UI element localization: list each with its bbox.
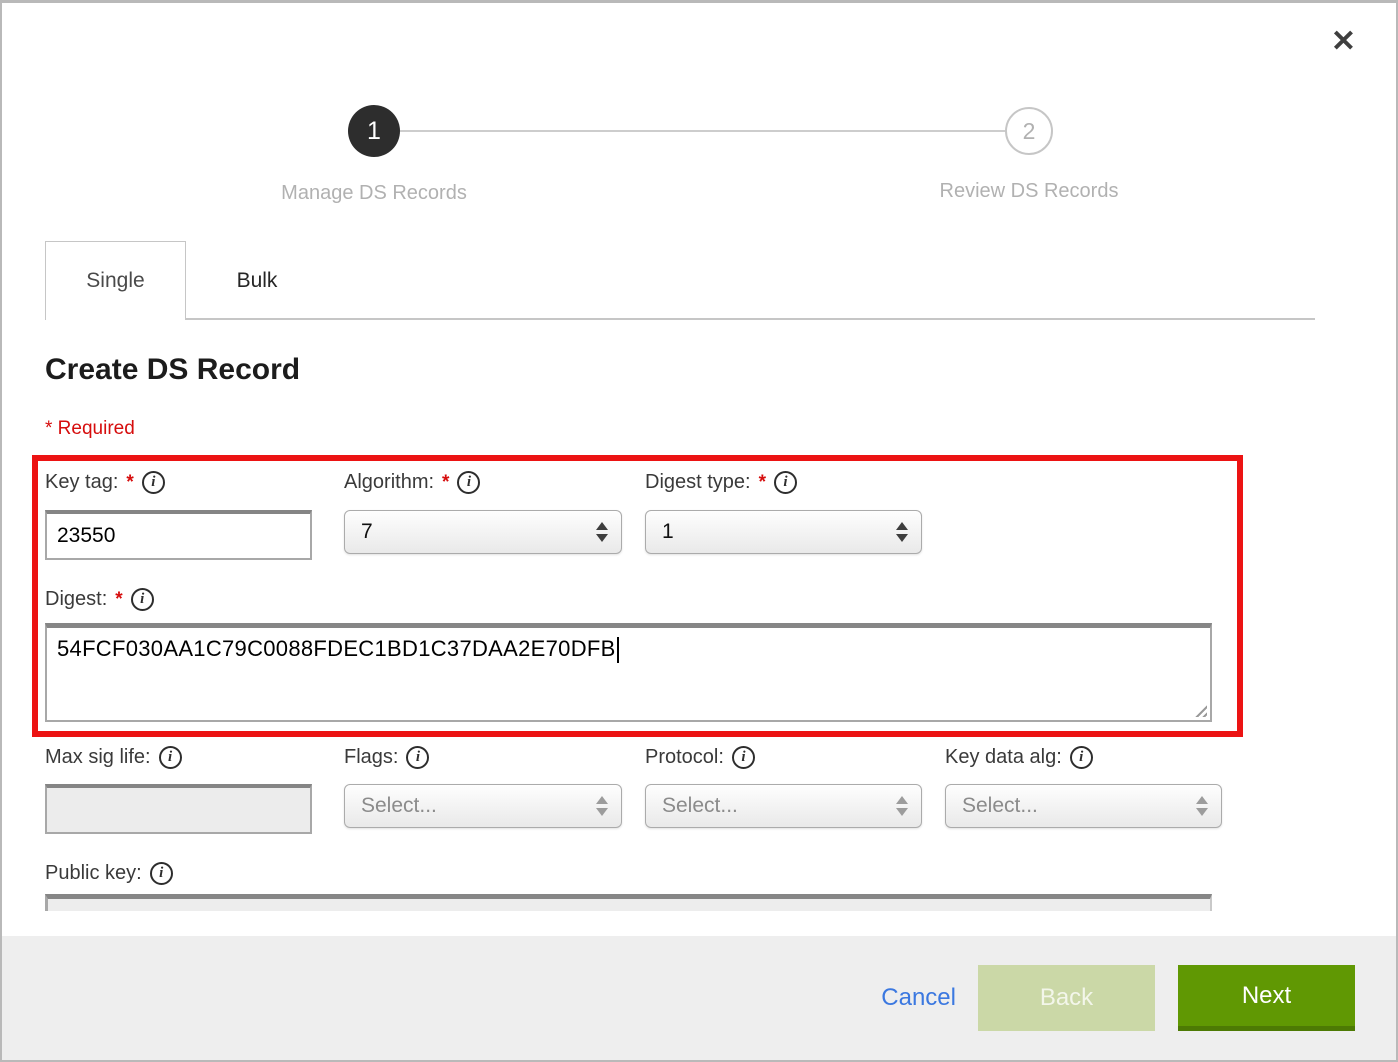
key-data-alg-info-icon[interactable]: i [1070, 746, 1093, 769]
key-data-alg-label-text: Key data alg: [945, 746, 1062, 769]
flags-label: Flags: i [344, 746, 429, 769]
step-2-circle: 2 [1005, 107, 1053, 155]
digest-type-label: Digest type: * i [645, 471, 797, 494]
digest-label: Digest: * i [45, 588, 154, 611]
protocol-select[interactable]: Select... [645, 784, 922, 828]
key-tag-info-icon[interactable]: i [142, 471, 165, 494]
max-sig-life-info-icon[interactable]: i [159, 746, 182, 769]
select-stepper-arrows-icon [896, 522, 908, 542]
page-title: Create DS Record [45, 353, 300, 387]
protocol-label-text: Protocol: [645, 746, 724, 769]
digest-value: 54FCF030AA1C79C0088FDEC1BD1C37DAA2E70DFB [57, 636, 616, 661]
stepper-step-review: 2 Review DS Records [879, 107, 1179, 203]
key-tag-required-star: * [126, 472, 133, 494]
cancel-button[interactable]: Cancel [881, 984, 956, 1012]
required-note: * Required [45, 418, 135, 440]
max-sig-life-input [45, 784, 312, 834]
digest-type-info-icon[interactable]: i [774, 471, 797, 494]
flags-selected-value: Select... [361, 794, 437, 818]
create-ds-record-dialog: ✕ 1 Manage DS Records 2 Review DS Record… [0, 0, 1398, 1062]
next-button[interactable]: Next [1178, 965, 1355, 1031]
select-stepper-arrows-icon [596, 522, 608, 542]
digest-textarea[interactable]: 54FCF030AA1C79C0088FDEC1BD1C37DAA2E70DFB [45, 623, 1212, 722]
key-data-alg-select[interactable]: Select... [945, 784, 1222, 828]
stepper-step-manage: 1 Manage DS Records [224, 105, 524, 205]
select-stepper-arrows-icon [1196, 796, 1208, 816]
public-key-label-text: Public key: [45, 862, 142, 885]
algorithm-label-text: Algorithm: [344, 471, 434, 494]
algorithm-required-star: * [442, 472, 449, 494]
key-tag-input[interactable] [45, 510, 312, 560]
digest-info-icon[interactable]: i [131, 588, 154, 611]
algorithm-info-icon[interactable]: i [457, 471, 480, 494]
select-stepper-arrows-icon [896, 796, 908, 816]
algorithm-label: Algorithm: * i [344, 471, 480, 494]
digest-label-text: Digest: [45, 588, 107, 611]
digest-type-selected-value: 1 [662, 520, 674, 544]
text-cursor [617, 637, 619, 663]
flags-select[interactable]: Select... [344, 784, 622, 828]
key-data-alg-selected-value: Select... [962, 794, 1038, 818]
select-stepper-arrows-icon [596, 796, 608, 816]
flags-info-icon[interactable]: i [406, 746, 429, 769]
tab-single[interactable]: Single [45, 241, 186, 320]
step-1-circle: 1 [348, 105, 400, 157]
step-1-label: Manage DS Records [224, 182, 524, 205]
digest-required-star: * [115, 589, 122, 611]
public-key-label: Public key: i [45, 862, 173, 885]
public-key-textarea [45, 894, 1212, 911]
key-tag-label-text: Key tag: [45, 471, 118, 494]
close-icon[interactable]: ✕ [1331, 27, 1356, 57]
tab-bar-underline [185, 318, 1315, 320]
step-2-label: Review DS Records [879, 180, 1179, 203]
back-button: Back [978, 965, 1155, 1031]
digest-type-label-text: Digest type: [645, 471, 751, 494]
protocol-info-icon[interactable]: i [732, 746, 755, 769]
dialog-footer: Cancel Back Next [2, 936, 1396, 1060]
key-data-alg-label: Key data alg: i [945, 746, 1093, 769]
key-tag-label: Key tag: * i [45, 471, 165, 494]
textarea-resize-handle-icon[interactable] [1192, 702, 1207, 717]
digest-type-select[interactable]: 1 [645, 510, 922, 554]
public-key-info-icon[interactable]: i [150, 862, 173, 885]
max-sig-life-label-text: Max sig life: [45, 746, 151, 769]
protocol-label: Protocol: i [645, 746, 755, 769]
flags-label-text: Flags: [344, 746, 398, 769]
tab-bulk[interactable]: Bulk [186, 241, 328, 320]
protocol-selected-value: Select... [662, 794, 738, 818]
algorithm-selected-value: 7 [361, 520, 373, 544]
max-sig-life-label: Max sig life: i [45, 746, 182, 769]
digest-type-required-star: * [759, 472, 766, 494]
algorithm-select[interactable]: 7 [344, 510, 622, 554]
